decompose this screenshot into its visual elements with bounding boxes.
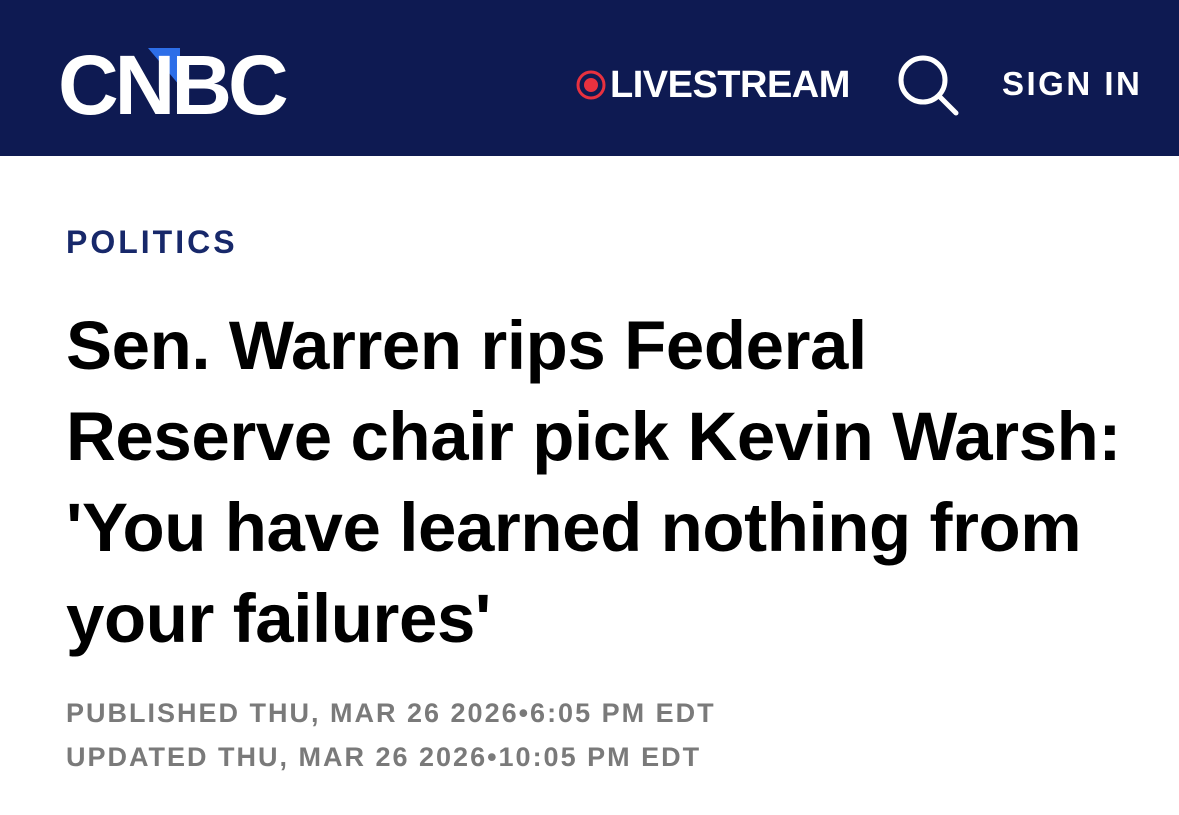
search-icon[interactable] <box>894 52 960 118</box>
site-header: CNBC LIVESTREAM SIGN IN <box>0 0 1179 156</box>
published-timestamp: PUBLISHED THU, MAR 26 2026•6:05 PM EDT <box>66 698 716 728</box>
sign-in-button[interactable]: SIGN IN <box>1002 62 1142 106</box>
section-label-politics[interactable]: POLITICS <box>66 222 238 262</box>
article-headline: Sen. Warren rips Federal Reserve chair p… <box>66 307 1122 657</box>
live-dot-icon <box>576 70 606 100</box>
updated-timestamp: UPDATED THU, MAR 26 2026•10:05 PM EDT <box>66 742 702 772</box>
livestream-link[interactable]: LIVESTREAM <box>576 60 850 110</box>
livestream-label: LIVESTREAM <box>610 63 850 106</box>
cnbc-logo[interactable]: CNBC <box>58 40 290 120</box>
logo-wordmark: CNBC <box>58 40 287 120</box>
